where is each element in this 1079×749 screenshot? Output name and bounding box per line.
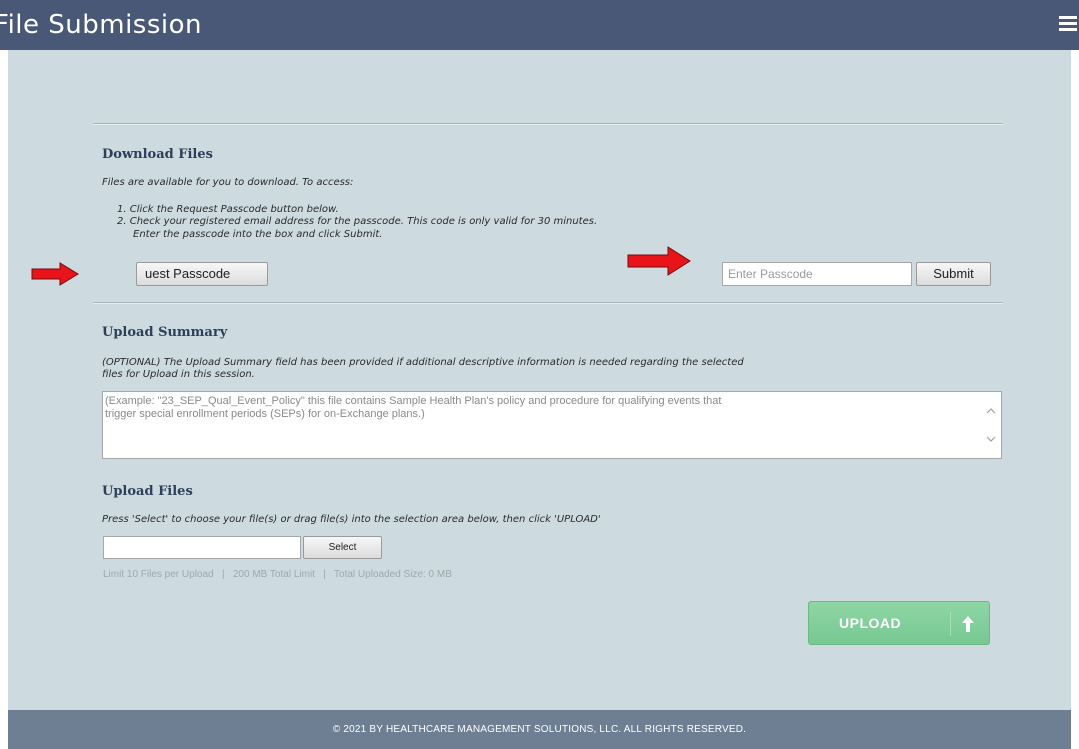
annotation-arrow-left-icon: [31, 262, 79, 286]
page-footer: © 2021 BY HEALTHCARE MANAGEMENT SOLUTION…: [8, 710, 1071, 749]
textarea-placeholder-line-2: trigger special enrollment periods (SEPs…: [105, 408, 425, 420]
download-step-1: 1. Click the Request Passcode button bel…: [117, 204, 339, 215]
up-arrow-icon: [962, 616, 974, 632]
download-heading: Download Files: [102, 147, 213, 162]
summary-heading: Upload Summary: [102, 325, 228, 340]
download-step-2: 2. Check your registered email address f…: [117, 216, 598, 227]
summary-description-line-1: (OPTIONAL) The Upload Summary field has …: [102, 357, 744, 368]
file-name-input[interactable]: [103, 536, 301, 559]
scroll-up-icon[interactable]: [985, 405, 997, 417]
upload-heading: Upload Files: [102, 484, 193, 499]
summary-description-line-2: files for Upload in this session.: [102, 369, 255, 380]
upload-button[interactable]: UPLOAD: [808, 601, 990, 645]
divider-middle: [93, 302, 1003, 304]
textarea-placeholder-line-1: (Example: "23_SEP_Qual_Event_Policy" thi…: [105, 395, 722, 407]
download-intro: Files are available for you to download.…: [102, 177, 354, 188]
upload-limits-text: Limit 10 Files per Upload | 200 MB Total…: [103, 569, 452, 580]
page-title: File Submission: [0, 10, 203, 40]
submit-button[interactable]: Submit: [916, 262, 991, 286]
upload-summary-textarea[interactable]: (Example: "23_SEP_Qual_Event_Policy" thi…: [102, 391, 1002, 459]
passcode-input[interactable]: Enter Passcode: [722, 262, 912, 286]
scroll-down-icon[interactable]: [985, 433, 997, 445]
upload-button-label: UPLOAD: [839, 615, 902, 631]
annotation-arrow-right-icon: [627, 246, 691, 276]
hamburger-menu-icon[interactable]: [1059, 16, 1077, 36]
download-step-3: Enter the passcode into the box and clic…: [133, 229, 383, 240]
upload-instruction: Press 'Select' to choose your file(s) or…: [102, 514, 601, 525]
select-button[interactable]: Select: [303, 536, 382, 559]
upload-button-separator: [950, 612, 951, 636]
divider-top: [93, 123, 1003, 125]
app-header: File Submission: [0, 0, 1079, 50]
request-passcode-button[interactable]: uest Passcode: [136, 262, 268, 286]
